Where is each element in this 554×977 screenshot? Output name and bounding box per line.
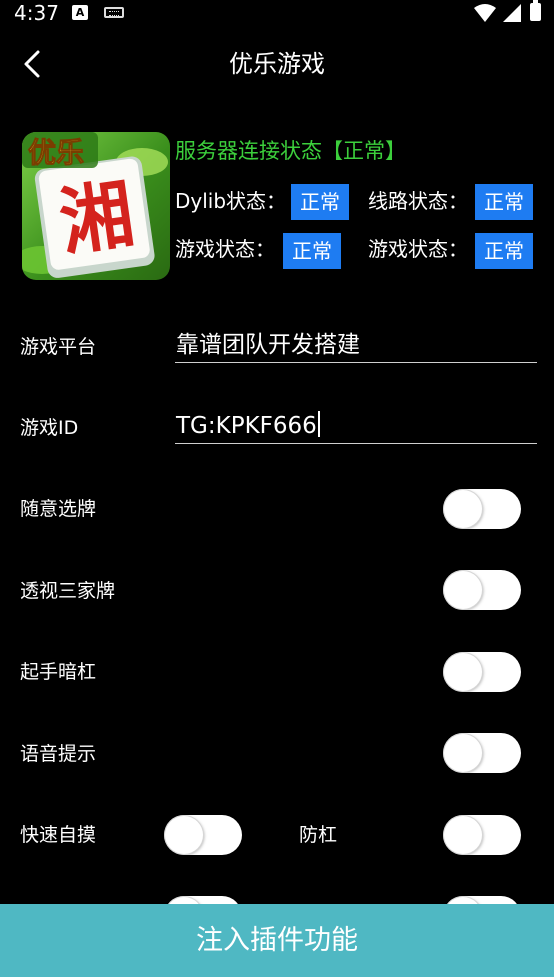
status-time: 4:37 <box>14 1 59 25</box>
toggle-quick-self-draw[interactable] <box>164 815 242 855</box>
switch-knob <box>444 816 482 854</box>
toggle-free-tile-select[interactable] <box>443 489 521 529</box>
line-status-badge: 正常 <box>475 184 533 220</box>
toggle-label-see-through: 透视三家牌 <box>20 580 116 602</box>
app-logo: 湘 优乐 <box>22 132 170 280</box>
notification-a-icon: A <box>72 5 88 20</box>
line-status-label: 线路状态： <box>368 189 468 213</box>
game-id-value: TG:KPKF666 <box>176 413 317 439</box>
inject-plugin-button[interactable]: 注入插件功能 <box>0 904 554 977</box>
toggle-concealed-kong[interactable] <box>443 652 521 692</box>
mahjong-logo-icon: 湘 优乐 <box>22 132 168 278</box>
toggle-see-through[interactable] <box>443 570 521 610</box>
server-connection-status: 服务器连接状态【正常】 <box>175 139 406 163</box>
toggle-label-concealed-kong: 起手暗杠 <box>20 661 97 683</box>
game-status-badge: 正常 <box>283 233 341 269</box>
signal-icon <box>503 4 521 22</box>
toggle-voice-hint[interactable] <box>443 733 521 773</box>
toggle-label-anti-kong: 防杠 <box>299 824 338 846</box>
dylib-status-badge: 正常 <box>291 184 349 220</box>
game-platform-input[interactable]: 靠谱团队开发搭建 <box>175 329 537 363</box>
game-status-label-2: 游戏状态： <box>368 237 468 261</box>
toggle-label-quick-self-draw: 快速自摸 <box>20 824 97 846</box>
game-id-label: 游戏ID <box>20 417 79 439</box>
logo-brand-text: 优乐 <box>28 136 84 169</box>
game-id-input[interactable]: TG:KPKF666 <box>175 410 537 444</box>
wifi-icon <box>474 4 496 22</box>
text-caret <box>317 411 320 437</box>
game-status-label: 游戏状态： <box>175 237 275 261</box>
toggle-anti-kong[interactable] <box>443 815 521 855</box>
game-platform-value: 靠谱团队开发搭建 <box>176 332 360 358</box>
page-title: 优乐游戏 <box>229 50 325 78</box>
switch-knob <box>444 653 482 691</box>
status-bar: 4:37 A <box>0 0 554 26</box>
toggle-label-free-tile-select: 随意选牌 <box>20 498 97 520</box>
game-status-badge-2: 正常 <box>475 233 533 269</box>
switch-knob <box>444 571 482 609</box>
logo-main-char: 湘 <box>54 171 139 266</box>
switch-knob <box>165 816 203 854</box>
toolbar: 优乐游戏 <box>0 26 554 102</box>
toggle-label-voice-hint: 语音提示 <box>20 743 97 765</box>
game-platform-label: 游戏平台 <box>20 336 97 358</box>
switch-knob <box>444 734 482 772</box>
switch-knob <box>444 490 482 528</box>
battery-icon <box>530 0 541 21</box>
dylib-status-label: Dylib状态： <box>175 189 287 213</box>
keyboard-icon <box>104 7 124 18</box>
